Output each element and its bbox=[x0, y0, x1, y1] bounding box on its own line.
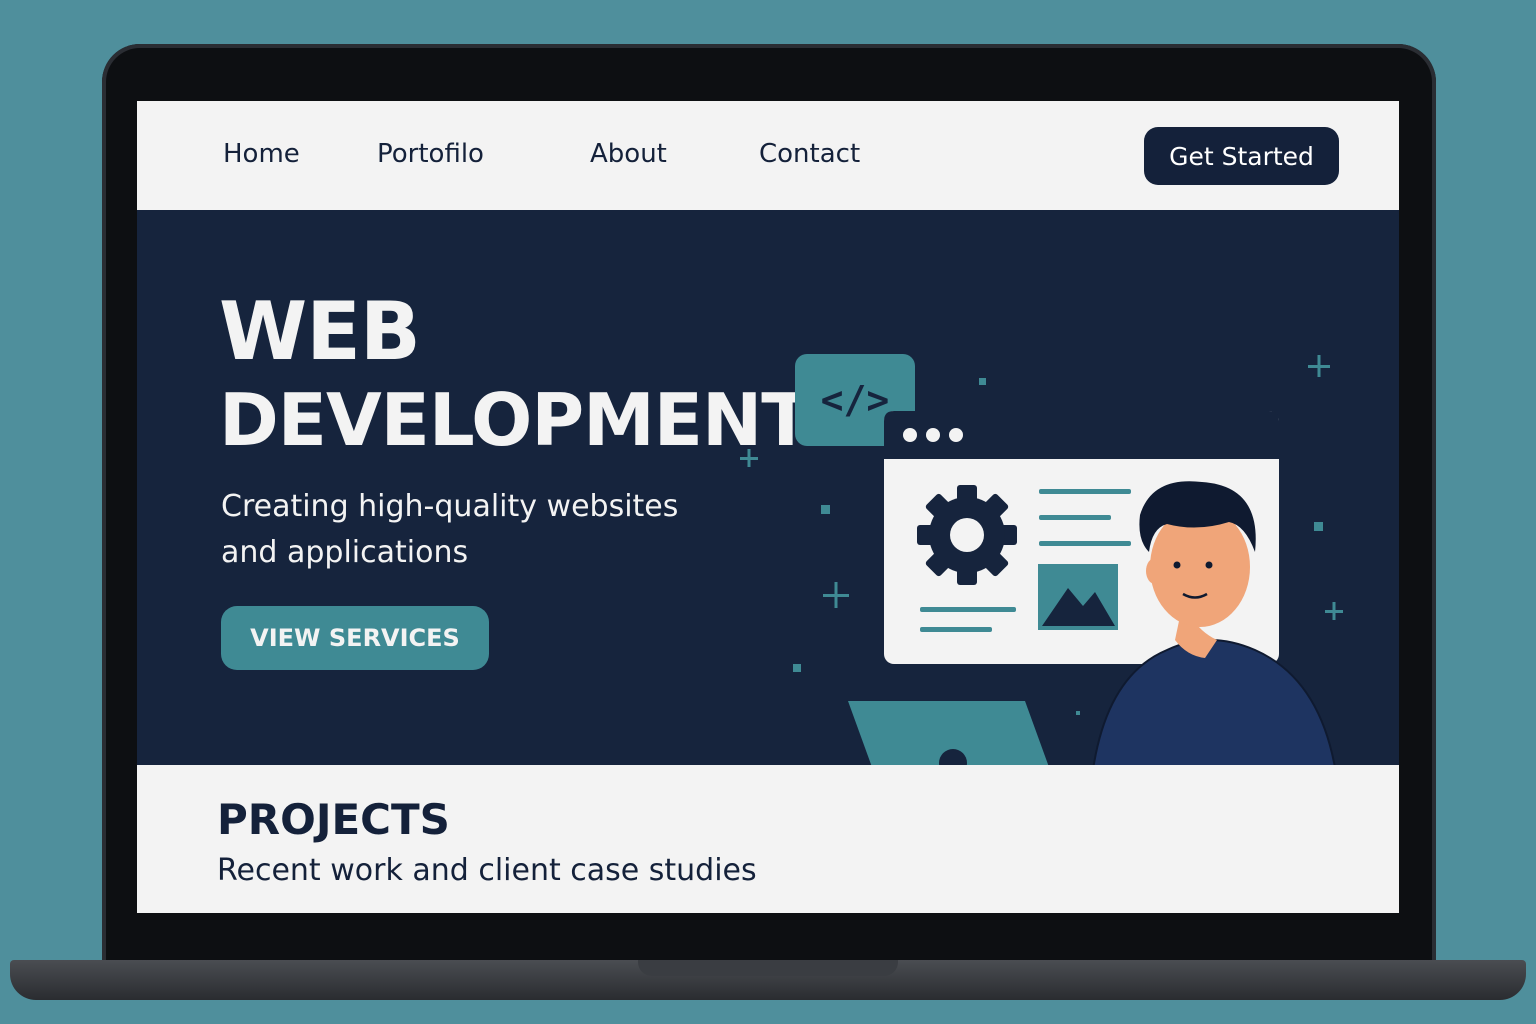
get-started-button[interactable]: Get Started bbox=[1144, 127, 1339, 185]
projects-subtitle: Recent work and client case studies bbox=[217, 853, 757, 888]
developer-illustration: </> bbox=[740, 354, 1343, 765]
top-nav: Home Portofilo About Contact Get Started bbox=[137, 101, 1399, 210]
nav-link-contact[interactable]: Contact bbox=[759, 139, 860, 169]
hero-section: WEB DEVELOPMENT Creating high-quality we… bbox=[137, 210, 1399, 765]
gear-icon bbox=[917, 485, 1017, 585]
nav-link-home[interactable]: Home bbox=[223, 139, 300, 169]
laptop-notch bbox=[638, 960, 898, 976]
nav-link-about[interactable]: About bbox=[590, 139, 667, 169]
image-icon bbox=[1038, 564, 1118, 630]
laptop-screen: Home Portofilo About Contact Get Started… bbox=[137, 101, 1399, 913]
projects-title: PROJECTS bbox=[217, 795, 450, 844]
projects-section: PROJECTS Recent work and client case stu… bbox=[137, 765, 1399, 913]
code-badge-text: </> bbox=[821, 378, 890, 422]
nav-link-portfolio[interactable]: Portofilo bbox=[377, 139, 484, 169]
